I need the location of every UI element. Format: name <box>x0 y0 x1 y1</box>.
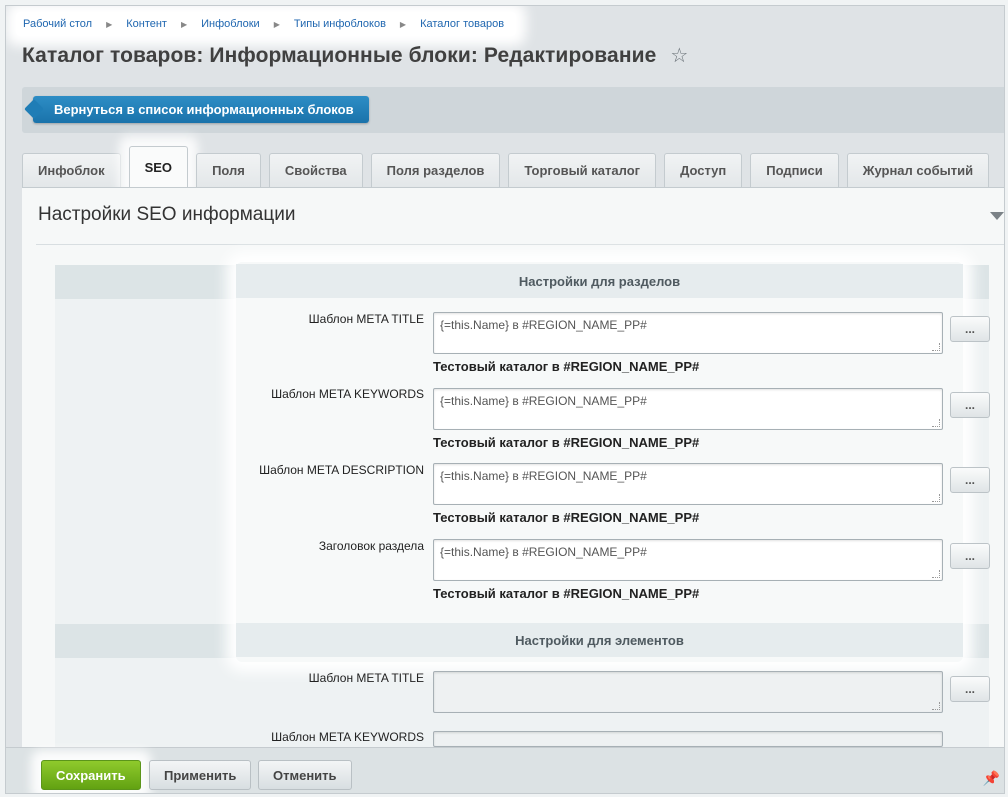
field-value: {=this.Name} в #REGION_NAME_PP# <box>440 545 647 559</box>
template-preview: Тестовый каталог в #REGION_NAME_PP# <box>433 435 700 450</box>
sections-group-title: Настройки для разделов <box>518 273 681 289</box>
field-value: {=this.Name} в #REGION_NAME_PP# <box>440 469 647 483</box>
template-preview: Тестовый каталог в #REGION_NAME_PP# <box>433 510 700 525</box>
chevron-right-icon: ▶ <box>106 19 113 29</box>
resize-grip-icon[interactable] <box>932 570 940 578</box>
field-label: Шаблон META KEYWORDS <box>271 387 424 401</box>
template-picker-button[interactable]: ... <box>950 316 990 342</box>
element-meta-title-field[interactable] <box>433 671 943 713</box>
field-label: Заголовок раздела <box>318 539 424 553</box>
footer-bar: Сохранить Применить Отменить 📌 <box>6 747 1004 793</box>
resize-grip-icon[interactable] <box>932 419 940 427</box>
breadcrumb-item[interactable]: Контент <box>119 18 174 30</box>
template-picker-button[interactable]: ... <box>950 676 990 702</box>
breadcrumb-item[interactable]: Инфоблоки <box>194 18 267 30</box>
field-value: {=this.Name} в #REGION_NAME_PP# <box>440 394 647 408</box>
template-picker-button[interactable]: ... <box>950 543 990 569</box>
chevron-right-icon: ▶ <box>399 19 407 29</box>
meta-keywords-field[interactable]: {=this.Name} в #REGION_NAME_PP# <box>433 388 943 430</box>
resize-grip-icon[interactable] <box>932 343 940 351</box>
template-picker-button[interactable]: ... <box>950 392 990 418</box>
tab-section-fields[interactable]: Поля разделов <box>370 153 501 187</box>
resize-grip-icon[interactable] <box>932 702 940 710</box>
tab-bar: Инфоблок SEO Поля Свойства Поля разделов… <box>22 146 997 187</box>
field-label: Шаблон META KEYWORDS <box>271 730 424 744</box>
breadcrumb-item[interactable]: Типы инфоблоков <box>287 18 393 30</box>
meta-title-field[interactable]: {=this.Name} в #REGION_NAME_PP# <box>433 312 943 354</box>
tab-fields[interactable]: Поля <box>196 153 261 187</box>
tab-access[interactable]: Доступ <box>664 153 743 187</box>
tab-trade-catalog[interactable]: Торговый каталог <box>508 153 657 187</box>
back-to-list-button[interactable]: Вернуться в список информационных блоков <box>33 96 369 123</box>
element-meta-keywords-field[interactable] <box>433 731 943 747</box>
chevron-right-icon: ▶ <box>273 19 280 29</box>
section-heading-field[interactable]: {=this.Name} в #REGION_NAME_PP# <box>433 539 943 581</box>
section-title: Настройки SEO информации <box>38 204 296 225</box>
toolbar: Вернуться в список информационных блоков <box>22 87 1004 133</box>
cancel-button[interactable]: Отменить <box>258 760 352 790</box>
tab-seo[interactable]: SEO <box>128 146 189 187</box>
resize-grip-icon[interactable] <box>932 494 940 502</box>
tab-infoblock[interactable]: Инфоблок <box>22 153 121 187</box>
page-title: Каталог товаров: Информационные блоки: Р… <box>22 44 657 67</box>
breadcrumb: Рабочий стол ▶ Контент ▶ Инфоблоки ▶ Тип… <box>16 12 516 36</box>
save-button[interactable]: Сохранить <box>41 760 141 790</box>
tab-captions[interactable]: Подписи <box>750 153 839 187</box>
template-preview: Тестовый каталог в #REGION_NAME_PP# <box>433 359 700 374</box>
field-label: Шаблон META TITLE <box>308 671 424 685</box>
tab-properties[interactable]: Свойства <box>268 153 363 187</box>
field-label: Шаблон META TITLE <box>308 312 424 326</box>
tab-event-log[interactable]: Журнал событий <box>846 153 990 187</box>
star-icon[interactable]: ☆ <box>670 46 688 66</box>
template-preview: Тестовый каталог в #REGION_NAME_PP# <box>433 586 700 601</box>
elements-group-title: Настройки для элементов <box>515 632 684 648</box>
pin-icon[interactable]: 📌 <box>983 770 1000 787</box>
collapse-icon[interactable] <box>990 212 1004 220</box>
apply-button[interactable]: Применить <box>149 760 252 790</box>
breadcrumb-item[interactable]: Рабочий стол <box>16 18 99 30</box>
back-button-label: Вернуться в список информационных блоков <box>54 102 354 117</box>
title-row: Каталог товаров: Информационные блоки: Р… <box>22 44 688 68</box>
divider <box>36 244 1004 245</box>
template-picker-button[interactable]: ... <box>950 467 990 493</box>
field-label: Шаблон META DESCRIPTION <box>259 463 424 477</box>
field-value: {=this.Name} в #REGION_NAME_PP# <box>440 318 647 332</box>
meta-description-field[interactable]: {=this.Name} в #REGION_NAME_PP# <box>433 463 943 505</box>
breadcrumb-item[interactable]: Каталог товаров <box>413 18 511 30</box>
chevron-right-icon: ▶ <box>180 19 188 29</box>
page: Рабочий стол ▶ Контент ▶ Инфоблоки ▶ Тип… <box>5 5 1005 794</box>
